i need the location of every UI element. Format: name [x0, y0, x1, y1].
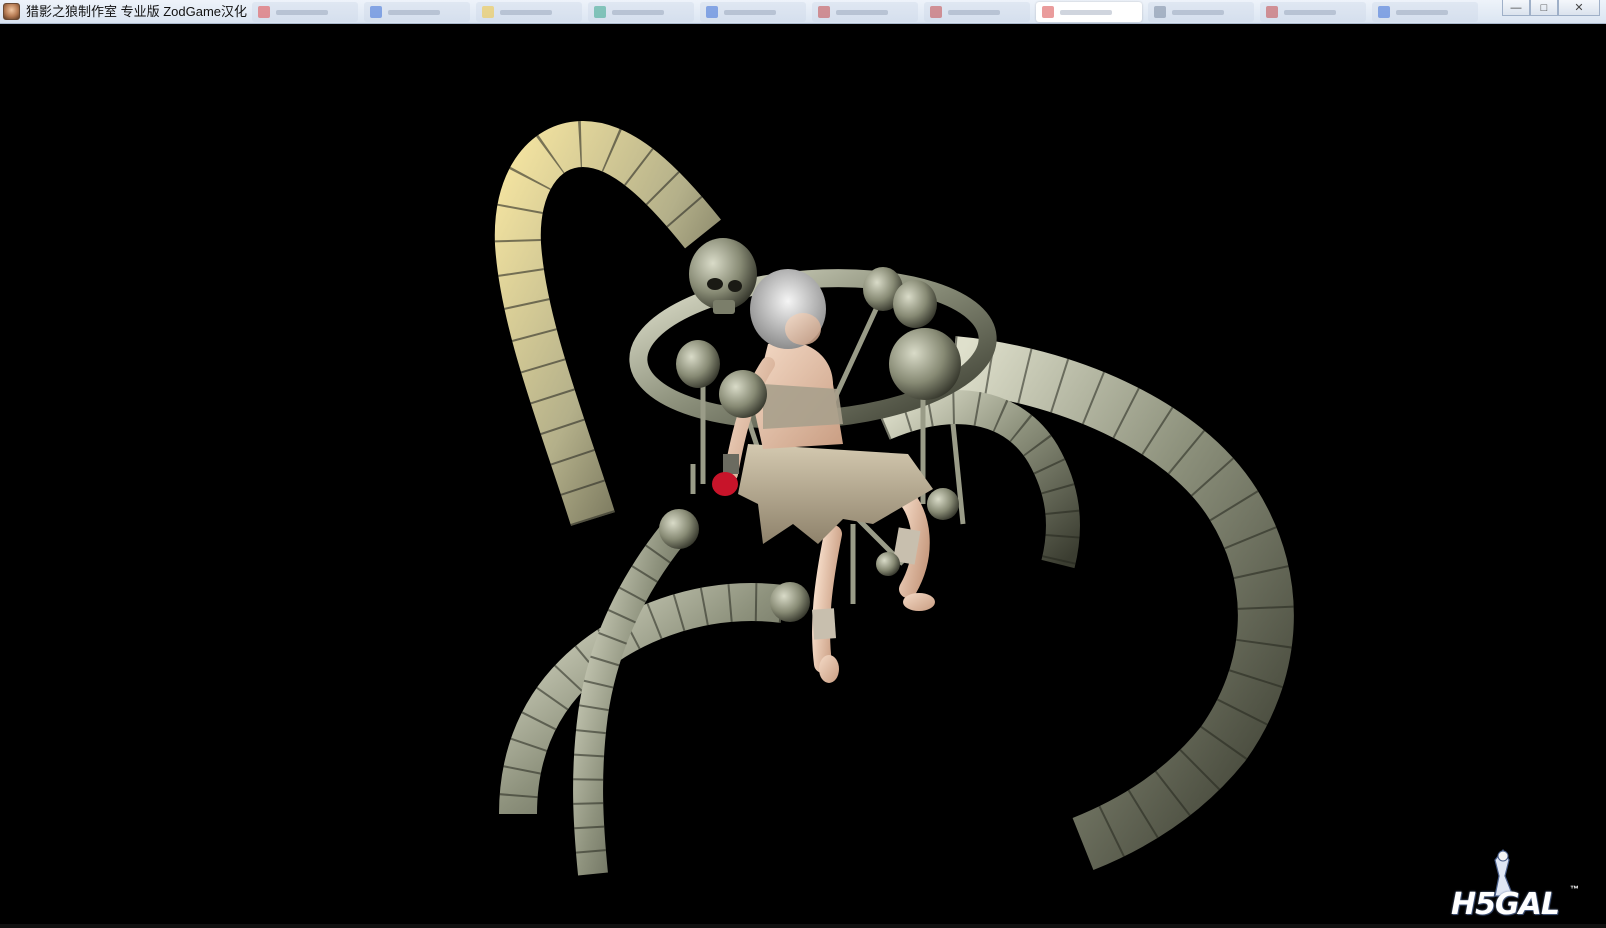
game-window: 猎影之狼制作室 专业版 ZodGame汉化 — □ ✕ H5GAL ™	[0, 0, 1606, 928]
red-glove	[712, 472, 738, 496]
background-tabs	[252, 2, 1478, 22]
background-tab[interactable]	[476, 2, 582, 22]
skull-icon	[659, 509, 699, 549]
bone-arch-lower-left	[499, 583, 786, 815]
background-tab[interactable]	[924, 2, 1030, 22]
bone-arch-right	[950, 336, 1294, 870]
title-bar[interactable]: 猎影之狼制作室 专业版 ZodGame汉化 — □ ✕	[0, 0, 1606, 24]
background-tab[interactable]	[1372, 2, 1478, 22]
skull-icon	[893, 280, 937, 328]
skull-icon	[719, 370, 767, 418]
minimize-button[interactable]: —	[1502, 0, 1530, 16]
game-viewport[interactable]: H5GAL ™	[3, 24, 1603, 924]
background-tab[interactable]	[700, 2, 806, 22]
background-tab[interactable]	[588, 2, 694, 22]
skull-icon	[770, 582, 810, 622]
skull-icon	[876, 552, 900, 576]
maximize-button[interactable]: □	[1530, 0, 1558, 16]
window-bottom-border	[0, 924, 1606, 928]
background-tab-active[interactable]	[1036, 2, 1142, 22]
bone-arch-lower-center	[573, 524, 685, 876]
skull-icon	[676, 340, 720, 388]
watermark-trademark: ™	[1570, 884, 1579, 894]
background-tab[interactable]	[1148, 2, 1254, 22]
background-tab[interactable]	[812, 2, 918, 22]
background-tab[interactable]	[364, 2, 470, 22]
watermark: H5GAL ™	[1439, 848, 1589, 922]
window-controls: — □ ✕	[1502, 0, 1600, 16]
background-tab[interactable]	[1260, 2, 1366, 22]
skull-icon	[889, 328, 961, 400]
scene-render	[494, 120, 1294, 876]
background-tab[interactable]	[252, 2, 358, 22]
close-button[interactable]: ✕	[1558, 0, 1600, 16]
app-icon[interactable]	[3, 3, 20, 20]
watermark-text: H5GAL	[1451, 887, 1560, 922]
skull-icon	[927, 488, 959, 520]
window-title: 猎影之狼制作室 专业版 ZodGame汉化	[26, 4, 248, 19]
